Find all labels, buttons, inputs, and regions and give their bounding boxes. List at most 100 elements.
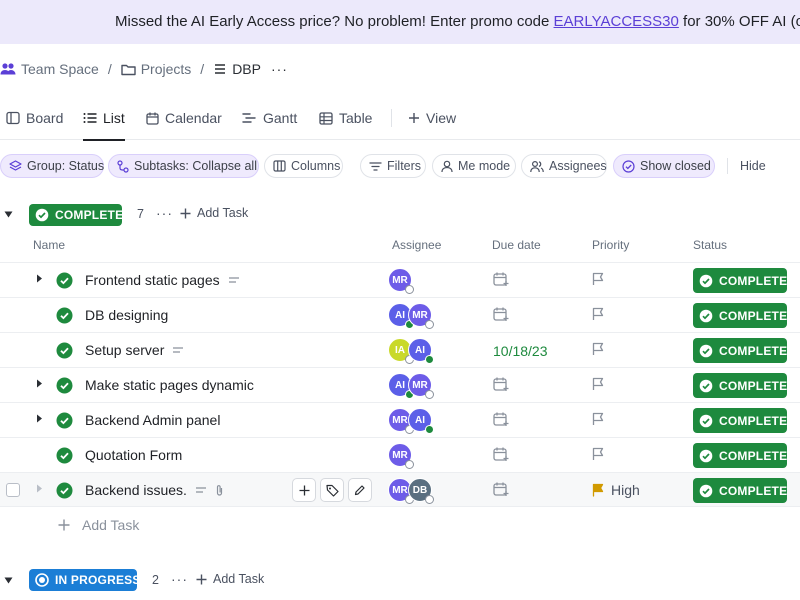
tab-gantt[interactable]: Gantt [242,96,297,140]
task-name[interactable]: Setup server [85,342,184,358]
status-badge[interactable]: COMPLETE [693,338,787,363]
assignees-button[interactable]: Assignees [521,154,607,178]
subtasks-button[interactable]: Subtasks: Collapse all [108,154,259,178]
caret-right-icon[interactable] [36,379,43,388]
more-options-icon[interactable]: ··· [271,61,288,77]
table-row[interactable]: DB designing AI MR COMPLETE [0,297,800,332]
task-name[interactable]: Backend issues. [85,482,224,498]
group-more-icon[interactable]: ··· [156,205,173,221]
task-name[interactable]: Frontend static pages [85,272,240,288]
tab-calendar[interactable]: Calendar [146,96,222,140]
check-circle-icon[interactable] [56,342,73,359]
breadcrumb-space[interactable]: Team Space [0,61,99,77]
check-circle-icon [699,274,713,288]
status-badge[interactable]: COMPLETE [693,443,787,468]
assignee-cell[interactable]: MR [388,268,414,294]
add-task-row[interactable]: Add Task [58,517,139,533]
check-circle-icon[interactable] [56,412,73,429]
due-date-cell[interactable] [493,272,509,287]
due-date-cell[interactable] [493,377,509,392]
due-date-cell[interactable] [493,412,509,427]
promo-code-link[interactable]: EARLYACCESS30 [554,13,679,30]
status-label: COMPLETE [719,273,788,288]
assignee-cell[interactable]: MR [388,443,414,469]
tab-board[interactable]: Board [6,96,63,140]
row-select-checkbox[interactable] [6,483,20,497]
table-row[interactable]: Backend Admin panel MR AI COMPLETE [0,402,800,437]
add-task-label: Add Task [82,517,140,533]
due-date-cell[interactable]: 10/18/23 [493,343,548,359]
assignee-cell[interactable]: MR DB [388,478,434,504]
table-row[interactable]: Make static pages dynamic AI MR COMPLETE [0,367,800,402]
collapse-group-icon[interactable] [4,211,13,218]
group-add-task-button[interactable]: Add Task [180,206,248,220]
presence-dot [405,285,414,294]
task-name[interactable]: Backend Admin panel [85,412,220,428]
collapse-group-icon[interactable] [4,577,13,584]
flag-icon [592,342,604,356]
status-badge[interactable]: COMPLETE [693,408,787,433]
status-badge[interactable]: COMPLETE [693,478,787,503]
task-name-label: Setup server [85,342,165,358]
priority-cell[interactable]: High [592,482,640,498]
tab-list[interactable]: List [83,96,125,141]
task-name[interactable]: DB designing [85,307,168,323]
breadcrumb-list[interactable]: DBP [213,61,261,77]
group-by-button[interactable]: Group: Status [0,154,104,178]
columns-button[interactable]: Columns [264,154,343,178]
status-badge[interactable]: COMPLETE [693,268,787,293]
table-row[interactable]: Quotation Form MR COMPLETE [0,437,800,472]
status-badge[interactable]: COMPLETE [693,303,787,328]
column-header-due-date[interactable]: Due date [492,238,541,256]
priority-cell[interactable] [592,272,604,286]
caret-right-icon[interactable] [36,274,43,283]
status-badge-complete[interactable]: COMPLETE [29,204,123,226]
status-label: COMPLETE [719,448,788,463]
assignee-cell[interactable]: AI MR [388,373,434,399]
table-row[interactable]: Setup server IA AI 10/18/23 COMPLETE [0,332,800,367]
check-circle-icon[interactable] [56,377,73,394]
table-row[interactable]: Backend issues. MR DB High COMPLETE [0,472,800,507]
assignee-cell[interactable]: AI MR [388,303,434,329]
assignee-cell[interactable]: IA AI [388,338,434,364]
due-date-cell[interactable] [493,307,509,322]
avatar-initials: DB [412,484,428,496]
due-date-cell[interactable] [493,482,509,497]
task-name[interactable]: Quotation Form [85,447,182,463]
add-subtask-button[interactable] [292,478,316,502]
column-header-name[interactable]: Name [33,238,65,256]
caret-right-icon[interactable] [36,414,43,423]
priority-cell[interactable] [592,447,604,461]
hide-button[interactable]: Hide [731,154,781,178]
check-circle-icon[interactable] [56,307,73,324]
caret-right-icon[interactable] [36,484,43,493]
group-add-task-button[interactable]: Add Task [196,572,264,586]
me-mode-button[interactable]: Me mode [432,154,516,178]
due-date-cell[interactable] [493,447,509,462]
filters-button[interactable]: Filters [360,154,426,178]
add-view-button[interactable]: View [408,96,456,140]
tab-table[interactable]: Table [319,96,372,140]
presence-dot [405,460,414,469]
column-header-assignee[interactable]: Assignee [392,238,441,256]
priority-cell[interactable] [592,342,604,356]
check-circle-icon[interactable] [56,272,73,289]
column-header-priority[interactable]: Priority [592,238,629,256]
check-circle-icon[interactable] [56,447,73,464]
breadcrumb-folder[interactable]: Projects [121,61,191,77]
show-closed-button[interactable]: Show closed [613,154,715,178]
rename-button[interactable] [348,478,372,502]
check-circle-icon[interactable] [56,482,73,499]
column-header-status[interactable]: Status [693,238,727,256]
task-name[interactable]: Make static pages dynamic [85,377,254,393]
status-badge[interactable]: COMPLETE [693,373,787,398]
priority-cell[interactable] [592,377,604,391]
table-row[interactable]: Frontend static pages MR COMPLETE [0,262,800,297]
assignee-cell[interactable]: MR AI [388,408,434,434]
priority-cell[interactable] [592,307,604,321]
add-tag-button[interactable] [320,478,344,502]
group-more-icon[interactable]: ··· [171,571,188,587]
priority-cell[interactable] [592,412,604,426]
plus-icon [299,485,310,496]
status-badge-in-progress[interactable]: IN PROGRESS [29,569,140,591]
